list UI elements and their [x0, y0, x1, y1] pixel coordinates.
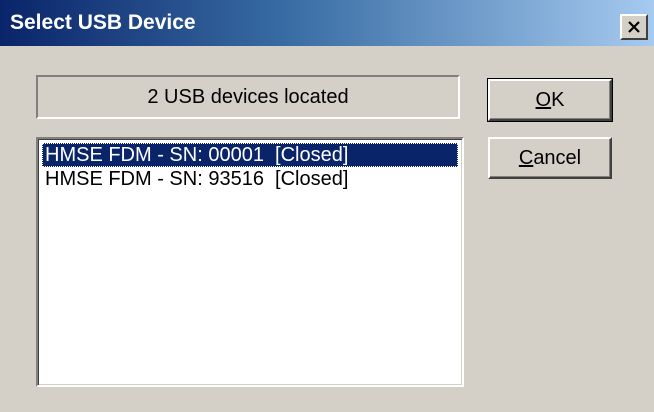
cancel-button[interactable]: Cancel: [488, 137, 612, 179]
close-icon: [628, 21, 640, 33]
cancel-button-label: ancel: [533, 146, 582, 169]
ok-button-label: K: [551, 88, 565, 111]
window-title: Select USB Device: [10, 11, 196, 34]
ok-button[interactable]: OK: [487, 78, 613, 122]
device-list-item[interactable]: HMSE FDM - SN: 00001 [Closed]: [42, 143, 458, 167]
title-bar[interactable]: Select USB Device: [0, 0, 654, 46]
select-usb-device-dialog: Select USB Device 2 USB devices located …: [0, 0, 654, 412]
ok-button-mnemonic: O: [535, 88, 552, 111]
device-listbox[interactable]: HMSE FDM - SN: 00001 [Closed] HMSE FDM -…: [36, 137, 464, 387]
device-count-panel: 2 USB devices located: [36, 75, 460, 119]
device-count-text: 2 USB devices located: [147, 85, 349, 108]
cancel-button-mnemonic: C: [518, 146, 534, 169]
device-list-item[interactable]: HMSE FDM - SN: 93516 [Closed]: [42, 167, 458, 191]
close-button[interactable]: [620, 14, 648, 40]
